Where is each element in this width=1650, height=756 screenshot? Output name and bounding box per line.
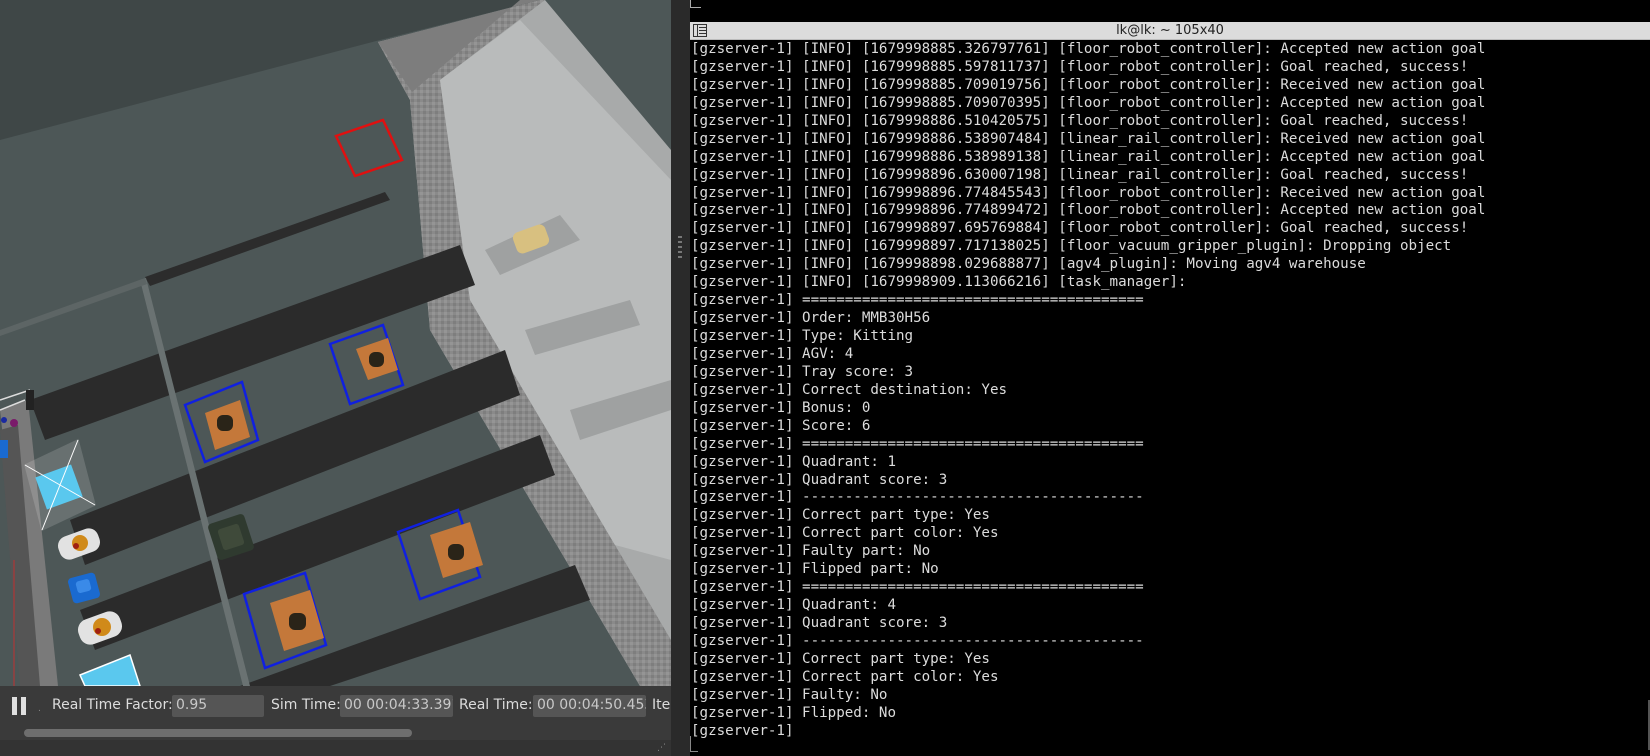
terminal-line: [gzserver-1] Bonus: 0 (691, 399, 871, 416)
terminal-line: [gzserver-1] [INFO] [1679998886.53898913… (691, 148, 1486, 165)
terminal-line: [gzserver-1] [INFO] [1679998897.71713802… (691, 238, 1452, 255)
sim-time-label: Sim Time: (271, 697, 341, 713)
terminal-line: [gzserver-1] Correct part type: Yes (691, 650, 990, 667)
terminal-line: [gzserver-1] [INFO] [1679998885.70901975… (691, 76, 1486, 93)
splitter-handle-icon[interactable] (678, 236, 682, 258)
terminal-line: [gzserver-1] [INFO] [1679998885.32679776… (691, 41, 1486, 57)
terminal-line: [gzserver-1] Quadrant: 1 (691, 453, 896, 470)
terminal-top-strip (690, 0, 1650, 22)
terminal-line: [gzserver-1] ===========================… (691, 292, 1144, 309)
terminal-line: [gzserver-1] Correct destination: Yes (691, 381, 1008, 398)
terminal-window: lk@lk: ~ 105x40 [gzserver-1] [INFO] [167… (690, 0, 1650, 756)
pane-corner (690, 0, 701, 8)
pause-icon[interactable] (10, 697, 28, 715)
terminal-line: [gzserver-1] Faulty part: No (691, 543, 931, 560)
terminal-line: [gzserver-1] [INFO] [1679998885.59781173… (691, 58, 1469, 75)
terminal-line: [gzserver-1] [INFO] [1679998896.77484554… (691, 184, 1486, 201)
terminal-line: [gzserver-1] Correct part color: Yes (691, 525, 999, 542)
terminal-line: [gzserver-1] AGV: 4 (691, 345, 854, 362)
terminal-line: [gzserver-1] ===========================… (691, 579, 1144, 596)
real-time-factor-value: 0.95 (172, 695, 264, 717)
terminal-title: lk@lk: ~ 105x40 (1116, 23, 1224, 38)
terminal-line: [gzserver-1] Faulty: No (691, 686, 888, 703)
terminal-line: [gzserver-1] Flipped: No (691, 704, 896, 721)
terminal-bottom-corner (690, 736, 698, 752)
separator-dot: . (38, 704, 41, 714)
terminal-line: [gzserver-1] [INFO] [1679998896.63000719… (691, 166, 1469, 183)
terminal-line: [gzserver-1] [INFO] [1679998897.69576988… (691, 220, 1469, 237)
terminal-line: [gzserver-1] Tray score: 3 (691, 363, 914, 380)
terminal-line: [gzserver-1] Quadrant: 4 (691, 597, 896, 614)
terminal-line: [gzserver-1] Quadrant score: 3 (691, 615, 948, 631)
terminal-line: [gzserver-1] Score: 6 (691, 417, 871, 434)
terminal-line: [gzserver-1] Quadrant score: 3 (691, 471, 948, 488)
simulation-viewport[interactable] (0, 0, 671, 686)
gazebo-bottom-bar: ⋰ (0, 740, 671, 756)
terminal-titlebar: lk@lk: ~ 105x40 (690, 22, 1650, 40)
terminal-line: [gzserver-1] ---------------------------… (691, 632, 1144, 649)
terminal-line: [gzserver-1] Order: MMB30H56 (691, 310, 931, 327)
terminal-line: [gzserver-1] [INFO] [1679998886.51042057… (691, 112, 1469, 129)
real-time-value: 00 00:04:50.453 (533, 695, 646, 717)
terminal-line: [gzserver-1] [INFO] [1679998896.77489947… (691, 202, 1486, 219)
pane-splitter[interactable] (671, 0, 690, 756)
real-time-label: Real Time: (459, 697, 533, 713)
horizontal-scrollbar[interactable] (0, 726, 671, 740)
scrollbar-thumb[interactable] (24, 729, 412, 737)
real-time-factor-label: Real Time Factor: (52, 697, 173, 713)
terminal-line: [gzserver-1] Correct part color: Yes (691, 668, 999, 685)
terminal-line: [gzserver-1] (691, 722, 794, 739)
terminal-line: [gzserver-1] Type: Kitting (691, 328, 914, 344)
terminal-line: [gzserver-1] Correct part type: Yes (691, 507, 990, 524)
terminal-output[interactable]: [gzserver-1] [INFO] [1679998885.32679776… (690, 41, 1650, 756)
iterations-label: Ite (652, 697, 671, 713)
resize-grip-icon[interactable]: ⋰ (657, 743, 667, 753)
gazebo-window: . Real Time Factor: 0.95 Sim Time: 00 00… (0, 0, 671, 756)
terminal-line: [gzserver-1] [INFO] [1679998885.70907039… (691, 94, 1486, 111)
terminal-line: [gzserver-1] ---------------------------… (691, 489, 1144, 506)
terminal-line: [gzserver-1] [INFO] [1679998898.02968887… (691, 256, 1366, 273)
gazebo-statusbar: . Real Time Factor: 0.95 Sim Time: 00 00… (0, 686, 671, 726)
terminal-line: [gzserver-1] [INFO] [1679998909.11306621… (691, 274, 1187, 291)
terminal-line: [gzserver-1] [INFO] [1679998886.53890748… (691, 130, 1486, 147)
sim-time-value: 00 00:04:33.391 (340, 695, 453, 717)
terminal-line: [gzserver-1] Flipped part: No (691, 561, 939, 578)
terminal-line: [gzserver-1] ===========================… (691, 435, 1144, 452)
